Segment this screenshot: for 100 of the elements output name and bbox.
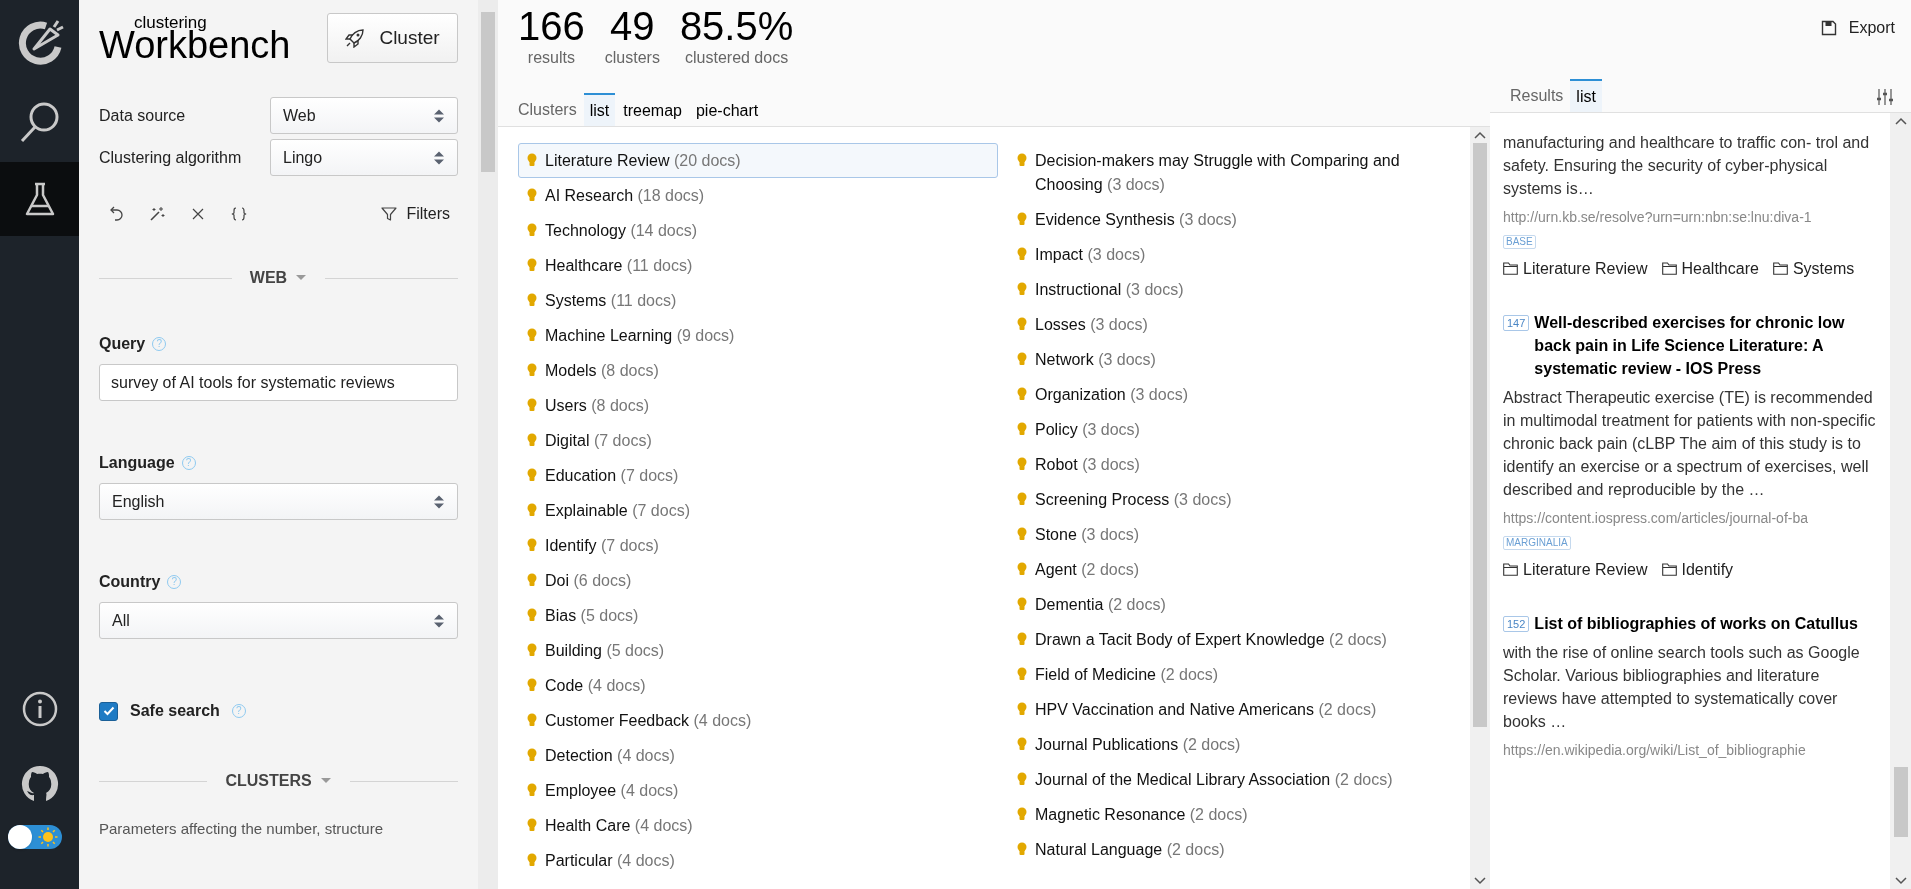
view-tab[interactable]: list <box>583 93 616 126</box>
cluster-item[interactable]: Technology (14 docs) <box>518 213 998 248</box>
cluster-item[interactable]: Policy (3 docs) <box>1008 412 1464 447</box>
cluster-item[interactable]: HPV Vaccination and Native Americans (2 docs) <box>1008 692 1464 727</box>
cluster-item[interactable]: Customer Feedback (4 docs) <box>518 703 998 738</box>
cluster-item[interactable]: Detection (4 docs) <box>518 738 998 773</box>
cluster-item[interactable]: AI Research (18 docs) <box>518 178 998 213</box>
view-tab[interactable]: treemap <box>617 93 688 126</box>
cluster-item[interactable]: Instructional (3 docs) <box>1008 272 1464 307</box>
cluster-item[interactable]: Code (4 docs) <box>518 668 998 703</box>
cluster-item[interactable]: Digital (7 docs) <box>518 423 998 458</box>
cluster-item[interactable]: Magnetic Resonance (2 docs) <box>1008 797 1464 832</box>
select-field[interactable]: Lingo <box>270 139 458 176</box>
settings-button[interactable] <box>1876 88 1894 106</box>
braces-icon <box>231 206 247 222</box>
lightbulb-icon <box>1017 316 1027 333</box>
cluster-item[interactable]: Health Care (4 docs) <box>518 808 998 843</box>
cluster-item[interactable]: Particular (4 docs) <box>518 843 998 878</box>
result-url[interactable]: http://urn.kb.se/resolve?urn=urn:nbn:se:lnu:diva-1 <box>1503 207 1877 227</box>
cluster-item[interactable]: Systems (11 docs) <box>518 283 998 318</box>
select-field[interactable]: All <box>99 602 458 639</box>
cluster-item[interactable]: Network (3 docs) <box>1008 342 1464 377</box>
cluster-tag[interactable]: Literature Review <box>1503 559 1648 580</box>
lightbulb-icon <box>1017 596 1027 613</box>
cluster-item[interactable]: Stone (3 docs) <box>1008 517 1464 552</box>
cluster-item[interactable]: Models (8 docs) <box>518 353 998 388</box>
cluster-button[interactable]: Cluster <box>327 13 458 63</box>
cluster-item[interactable]: Identify (7 docs) <box>518 528 998 563</box>
lightbulb-icon <box>1017 806 1027 823</box>
scroll-down-icon <box>1894 877 1907 885</box>
result-url[interactable]: https://content.iospress.com/articles/journal-of-ba <box>1503 508 1877 528</box>
cluster-item[interactable]: Natural Language (2 docs) <box>1008 832 1464 867</box>
theme-toggle[interactable] <box>7 825 62 849</box>
lightbulb-icon <box>1017 281 1027 298</box>
select-field[interactable]: English <box>99 483 458 520</box>
scrollbar-thumb[interactable] <box>481 12 495 172</box>
cluster-item[interactable]: Losses (3 docs) <box>1008 307 1464 342</box>
lightbulb-icon <box>1017 631 1027 648</box>
cluster-item[interactable]: Screening Process (3 docs) <box>1008 482 1464 517</box>
cluster-item[interactable]: Machine Learning (9 docs) <box>518 318 998 353</box>
stat-value: 85.5% <box>679 4 794 48</box>
cluster-item[interactable]: Users (8 docs) <box>518 388 998 423</box>
stat-label: clusters <box>604 48 660 68</box>
lab-button[interactable] <box>0 162 79 236</box>
cluster-item[interactable]: Literature Review (20 docs) <box>518 143 998 178</box>
magic-wand-icon <box>149 206 165 222</box>
stat-value: 49 <box>610 4 655 48</box>
cluster-tag[interactable]: Literature Review <box>1503 258 1648 279</box>
section-heading[interactable]: WEB <box>249 266 308 290</box>
filters-button[interactable]: Filters <box>381 202 450 226</box>
result-title[interactable]: Well-described exercises for chronic low back pain in Life Science Literature: A systematic review - IOS Press <box>1534 311 1877 380</box>
cluster-item[interactable]: Robot (3 docs) <box>1008 447 1464 482</box>
stat-label: clustered docs <box>685 48 789 68</box>
cluster-item[interactable]: Employee (4 docs) <box>518 773 998 808</box>
cluster-item[interactable]: Decision-makers may Struggle with Comparing and Choosing (3 docs) <box>1008 143 1464 202</box>
cluster-tag[interactable]: Healthcare <box>1661 258 1759 279</box>
cluster-item[interactable]: Impact (3 docs) <box>1008 237 1464 272</box>
cluster-item[interactable]: Building (5 docs) <box>518 633 998 668</box>
lightbulb-icon <box>527 537 537 554</box>
cluster-item[interactable]: Evidence Synthesis (3 docs) <box>1008 202 1464 237</box>
checkbox-label: Safe search <box>130 701 220 721</box>
lightbulb-icon <box>527 467 537 484</box>
cluster-item[interactable]: Healthcare (11 docs) <box>518 248 998 283</box>
lightbulb-icon <box>1017 701 1027 718</box>
cluster-item[interactable]: Field of Medicine (2 docs) <box>1008 657 1464 692</box>
section-heading[interactable]: CLUSTERS <box>225 769 332 793</box>
folder-icon <box>1503 563 1518 576</box>
folder-icon <box>1772 262 1788 275</box>
cluster-item[interactable]: Journal Publications (2 docs) <box>1008 727 1464 762</box>
cluster-item[interactable]: Explainable (7 docs) <box>518 493 998 528</box>
field-label: Data source <box>99 105 187 126</box>
view-tab[interactable]: list <box>1570 79 1602 112</box>
result-url[interactable]: https://en.wikipedia.org/wiki/List_of_bibliographie <box>1503 740 1877 760</box>
cluster-tag[interactable]: Systems <box>1772 258 1855 279</box>
lightbulb-icon <box>1017 386 1027 403</box>
cluster-item[interactable]: Doi (6 docs) <box>518 563 998 598</box>
field-label: Country <box>99 572 161 592</box>
cluster-item[interactable]: Journal of the Medical Library Association (2 docs) <box>1008 762 1464 797</box>
cluster-item[interactable]: Agent (2 docs) <box>1008 552 1464 587</box>
lightbulb-icon <box>527 817 537 834</box>
search-icon <box>19 101 60 143</box>
checkbox[interactable] <box>99 701 118 721</box>
scrollbar-thumb[interactable] <box>1893 767 1908 837</box>
cluster-item[interactable]: Dementia (2 docs) <box>1008 587 1464 622</box>
select-field[interactable]: Web <box>270 97 458 134</box>
scrollbar-thumb[interactable] <box>1473 143 1487 727</box>
cluster-item[interactable]: Organization (3 docs) <box>1008 377 1464 412</box>
scrollbar[interactable] <box>1890 113 1911 889</box>
result-title[interactable]: List of bibliographies of works on Catullus <box>1534 612 1858 635</box>
clear-icon <box>191 207 205 221</box>
query-field[interactable]: survey of AI tools for systematic reviews <box>99 364 458 401</box>
cluster-item[interactable]: Drawn a Tacit Body of Expert Knowledge (2 docs) <box>1008 622 1464 657</box>
lightbulb-icon <box>1017 421 1027 438</box>
cluster-tag[interactable]: Identify <box>1661 559 1734 580</box>
cluster-item[interactable]: Education (7 docs) <box>518 458 998 493</box>
scrollbar[interactable] <box>1470 127 1490 889</box>
scrollbar[interactable] <box>478 0 498 889</box>
view-tab[interactable]: pie-chart <box>689 93 765 126</box>
export-button[interactable]: Export <box>1820 16 1895 40</box>
cluster-item[interactable]: Bias (5 docs) <box>518 598 998 633</box>
